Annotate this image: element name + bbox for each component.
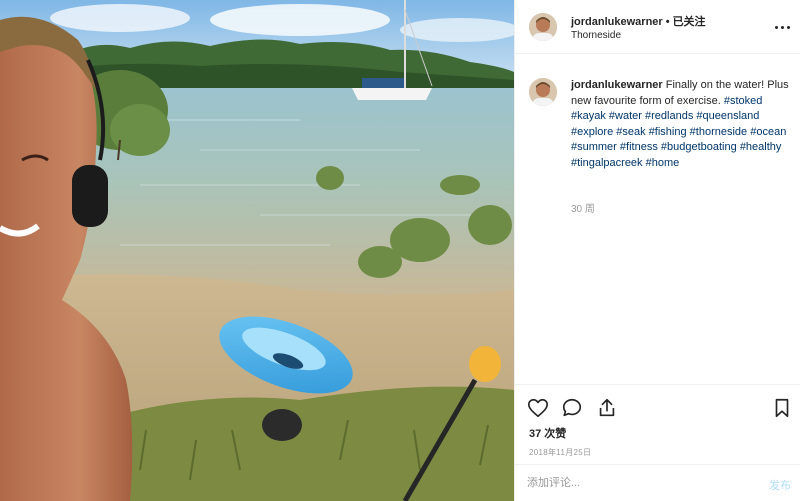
comment-bar: 发布 <box>515 464 800 501</box>
post-photo[interactable] <box>0 0 514 501</box>
bookmark-icon[interactable] <box>771 397 793 419</box>
avatar[interactable] <box>529 13 557 41</box>
header-user-line: jordanlukewarner • 已关注 <box>571 13 706 29</box>
hashtag-link[interactable]: #fishing <box>649 126 687 138</box>
avatar[interactable] <box>529 78 557 106</box>
caption-area: jordanlukewarner Finally on the water! P… <box>515 54 800 384</box>
hashtag-link[interactable]: #queensland <box>696 110 759 122</box>
hashtag-link[interactable]: #fitness <box>620 141 658 153</box>
time-ago: 30 周 <box>571 204 595 215</box>
separator-dot: • <box>665 16 670 28</box>
hashtag-link[interactable]: #tingalpacreek <box>571 157 643 169</box>
caption-line-1: Finally on the water! <box>665 79 765 91</box>
hashtag-link[interactable]: #redlands <box>645 110 693 122</box>
more-options-icon[interactable] <box>773 19 791 35</box>
caption-text: jordanlukewarner Finally on the water! P… <box>571 78 789 172</box>
hashtag-link[interactable]: #water <box>609 110 642 122</box>
hashtag-link[interactable]: #explore <box>571 126 613 138</box>
share-icon[interactable] <box>596 397 618 419</box>
post-sidebar: jordanlukewarner • 已关注 Thorneside jordanlu… <box>514 0 800 501</box>
hashtag-link[interactable]: #home <box>646 157 680 169</box>
action-bar: 37 次赞 2018年11月25日 <box>515 384 800 464</box>
comment-icon[interactable] <box>561 397 583 419</box>
like-count[interactable]: 37 次赞 <box>529 425 566 441</box>
heart-icon[interactable] <box>527 397 549 419</box>
hashtag-link[interactable]: #summer <box>571 141 617 153</box>
hashtag-link[interactable]: #healthy <box>740 141 782 153</box>
location-link[interactable]: Thorneside <box>571 30 621 41</box>
hashtag-link[interactable]: #kayak <box>571 110 606 122</box>
hashtag-link[interactable]: #ocean <box>750 126 786 138</box>
hashtag-link[interactable]: #thorneside <box>690 126 748 138</box>
hashtag-link[interactable]: #budgetboating <box>661 141 737 153</box>
hashtag-link[interactable]: #seak <box>616 126 645 138</box>
post-header: jordanlukewarner • 已关注 Thorneside <box>515 0 800 54</box>
hashtag-link[interactable]: #stoked <box>724 95 763 107</box>
username-link[interactable]: jordanlukewarner <box>571 16 663 28</box>
post-date: 2018年11月25日 <box>529 448 592 457</box>
post-comment-button[interactable]: 发布 <box>769 477 791 493</box>
follow-status-button[interactable]: 已关注 <box>673 16 706 28</box>
caption-username-link[interactable]: jordanlukewarner <box>571 79 663 91</box>
comment-input[interactable] <box>527 473 737 493</box>
